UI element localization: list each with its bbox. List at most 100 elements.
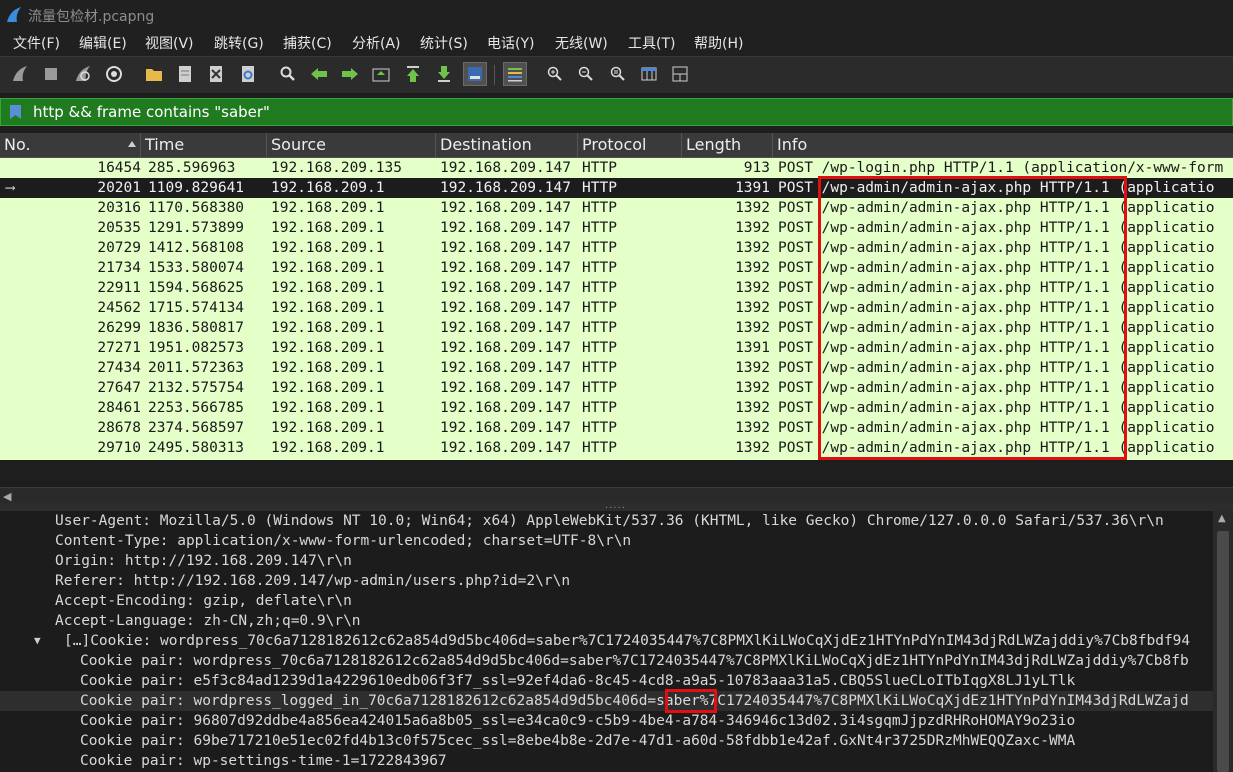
column-header-source[interactable]: Source (267, 133, 436, 157)
packet-row[interactable]: 24562 1715.574134 192.168.209.1 192.168.209… (0, 298, 1233, 318)
packet-details-pane[interactable]: User-Agent: Mozilla/5.0 (Windows NT 10.0… (0, 511, 1213, 772)
packet-row[interactable]: 21734 1533.580074 192.168.209.1 192.168.209… (0, 258, 1233, 278)
packet-row[interactable]: 20316 1170.568380 192.168.209.1 192.168.209… (0, 198, 1233, 218)
menu-wireless[interactable]: 无线(W) (555, 33, 608, 53)
packet-length: 1391 (735, 340, 770, 356)
packet-row[interactable]: 16454 285.596963 192.168.209.135 192.168.20… (0, 158, 1233, 178)
packet-source: 192.168.209.1 (271, 440, 385, 456)
packet-info: POST /wp-admin/admin-ajax.php HTTP/1.1 (… (778, 400, 1215, 416)
detail-line[interactable]: Accept-Encoding: gzip, deflate\r\n (0, 591, 1213, 611)
column-header-info[interactable]: Info (773, 133, 1233, 157)
display-filter-input[interactable]: http && frame contains "saber" (33, 103, 270, 121)
packet-time: 2253.566785 (148, 400, 245, 416)
file-icon[interactable] (173, 62, 197, 86)
packet-row[interactable]: 27271 1951.082573 192.168.209.1 192.168.209… (0, 338, 1233, 358)
packet-row[interactable]: 27647 2132.575754 192.168.209.1 192.168.209… (0, 378, 1233, 398)
options-gear-icon[interactable] (102, 62, 126, 86)
restart-icon[interactable] (71, 62, 95, 86)
cookie-pair-line[interactable]: Cookie pair: wp-settings-time-1=17228439… (0, 751, 1213, 771)
menu-bar: 文件(F) 编辑(E) 视图(V) 跳转(G) 捕获(C) 分析(A) 统计(S… (0, 30, 1233, 56)
detail-text: Accept-Encoding: gzip, deflate\r\n (55, 593, 352, 609)
packet-list-hscrollbar[interactable]: ◀ (0, 487, 1233, 504)
stop-icon[interactable] (39, 62, 63, 86)
scroll-left-icon[interactable]: ◀ (3, 490, 11, 503)
packet-row[interactable]: 29710 2495.580313 192.168.209.1 192.168.209… (0, 438, 1233, 458)
autoscroll-icon[interactable] (463, 62, 487, 86)
menu-help[interactable]: 帮助(H) (694, 33, 743, 53)
packet-row[interactable]: 20535 1291.573899 192.168.209.1 192.168.209… (0, 218, 1233, 238)
column-header-protocol-label: Protocol (582, 135, 647, 154)
packet-destination: 192.168.209.147 (440, 300, 571, 316)
reload-icon[interactable] (236, 62, 260, 86)
expand-collapse-icon[interactable]: ▼ (34, 631, 41, 651)
menu-go[interactable]: 跳转(G) (214, 33, 264, 53)
zoom-out-icon[interactable] (574, 62, 598, 86)
packet-list[interactable]: 16454 285.596963 192.168.209.135 192.168.20… (0, 158, 1233, 460)
cookie-pair-line[interactable]: Cookie pair: 96807d92ddbe4a856ea424015a6… (0, 711, 1213, 731)
packet-time: 1836.580817 (148, 320, 245, 336)
detail-line[interactable]: Origin: http://192.168.209.147\r\n (0, 551, 1213, 571)
column-header-destination[interactable]: Destination (436, 133, 578, 157)
column-header-time[interactable]: Time (141, 133, 267, 157)
first-packet-icon[interactable] (401, 62, 425, 86)
last-packet-icon[interactable] (432, 62, 456, 86)
packet-info: POST /wp-admin/admin-ajax.php HTTP/1.1 (… (778, 300, 1215, 316)
column-header-length[interactable]: Length (682, 133, 773, 157)
packet-destination: 192.168.209.147 (440, 420, 571, 436)
find-icon[interactable] (276, 62, 300, 86)
display-filter-bar[interactable]: http && frame contains "saber" (0, 98, 1233, 126)
filter-bookmark-icon[interactable] (9, 104, 22, 120)
cookie-pair-line[interactable]: Cookie pair: wordpress_70c6a7128182612c6… (0, 651, 1213, 671)
packet-time: 2374.568597 (148, 420, 245, 436)
zoom-in-icon[interactable] (543, 62, 567, 86)
packet-info: POST /wp-admin/admin-ajax.php HTTP/1.1 (… (778, 260, 1215, 276)
packet-row[interactable]: 28678 2374.568597 192.168.209.1 192.168.209… (0, 418, 1233, 438)
scroll-up-icon[interactable]: ▲ (1218, 513, 1226, 524)
forward-arrow-icon[interactable] (338, 62, 362, 86)
colorize-icon[interactable] (503, 62, 527, 86)
packet-row[interactable]: 28461 2253.566785 192.168.209.1 192.168.209… (0, 398, 1233, 418)
detail-text: Referer: http://192.168.209.147/wp-admin… (55, 573, 571, 589)
menu-telephony[interactable]: 电话(Y) (487, 33, 534, 53)
packet-no: 27271 (97, 340, 141, 356)
cookie-pair-line[interactable]: Cookie pair: wordpress_logged_in_70c6a71… (0, 691, 1213, 711)
pane-splitter[interactable]: ····· (0, 503, 1233, 514)
packet-source: 192.168.209.1 (271, 400, 385, 416)
shark-fin-start-icon[interactable] (8, 62, 32, 86)
detail-line[interactable]: Content-Type: application/x-www-form-url… (0, 531, 1213, 551)
menu-analyze[interactable]: 分析(A) (352, 33, 401, 53)
packet-row[interactable]: 20729 1412.568108 192.168.209.1 192.168.209… (0, 238, 1233, 258)
packet-destination: 192.168.209.147 (440, 260, 571, 276)
close-file-icon[interactable] (204, 62, 228, 86)
menu-file[interactable]: 文件(F) (13, 33, 60, 53)
details-vscrollbar[interactable]: ▲ (1213, 511, 1233, 772)
detail-line[interactable]: ▼ […]Cookie: wordpress_70c6a7128182612c62… (0, 631, 1213, 651)
column-header-protocol[interactable]: Protocol (578, 133, 682, 157)
goto-packet-icon[interactable] (369, 62, 393, 86)
packet-no: 20316 (97, 200, 141, 216)
back-arrow-icon[interactable] (307, 62, 331, 86)
cookie-pair-line[interactable]: Cookie pair: 69be717210e51ec02fd4b13c0f5… (0, 731, 1213, 751)
menu-view[interactable]: 视图(V) (145, 33, 194, 53)
layout-icon[interactable] (668, 62, 692, 86)
menu-edit[interactable]: 编辑(E) (79, 33, 127, 53)
packet-length: 1392 (735, 220, 770, 236)
packet-row[interactable]: 22911 1594.568625 192.168.209.1 192.168.209… (0, 278, 1233, 298)
packet-source: 192.168.209.1 (271, 220, 385, 236)
packet-row[interactable]: 27434 2011.572363 192.168.209.1 192.168.209… (0, 358, 1233, 378)
detail-line[interactable]: User-Agent: Mozilla/5.0 (Windows NT 10.0… (0, 511, 1213, 531)
packet-row[interactable]: 26299 1836.580817 192.168.209.1 192.168.209… (0, 318, 1233, 338)
menu-capture[interactable]: 捕获(C) (283, 33, 332, 53)
scroll-thumb[interactable] (1217, 531, 1229, 772)
packet-info: POST /wp-login.php HTTP/1.1 (application… (778, 160, 1224, 176)
column-header-no[interactable]: No. (0, 133, 141, 157)
packet-row[interactable]: ⟶ 20201 1109.829641 192.168.209.1 192.168.20… (0, 178, 1233, 198)
zoom-normal-icon[interactable] (606, 62, 630, 86)
cookie-pair-line[interactable]: Cookie pair: e5f3c84ad1239d1a4229610edb0… (0, 671, 1213, 691)
menu-tools[interactable]: 工具(T) (628, 33, 675, 53)
resize-columns-icon[interactable] (637, 62, 661, 86)
detail-line[interactable]: Accept-Language: zh-CN,zh;q=0.9\r\n (0, 611, 1213, 631)
menu-statistics[interactable]: 统计(S) (420, 33, 468, 53)
open-folder-icon[interactable] (142, 62, 166, 86)
detail-line[interactable]: Referer: http://192.168.209.147/wp-admin… (0, 571, 1213, 591)
